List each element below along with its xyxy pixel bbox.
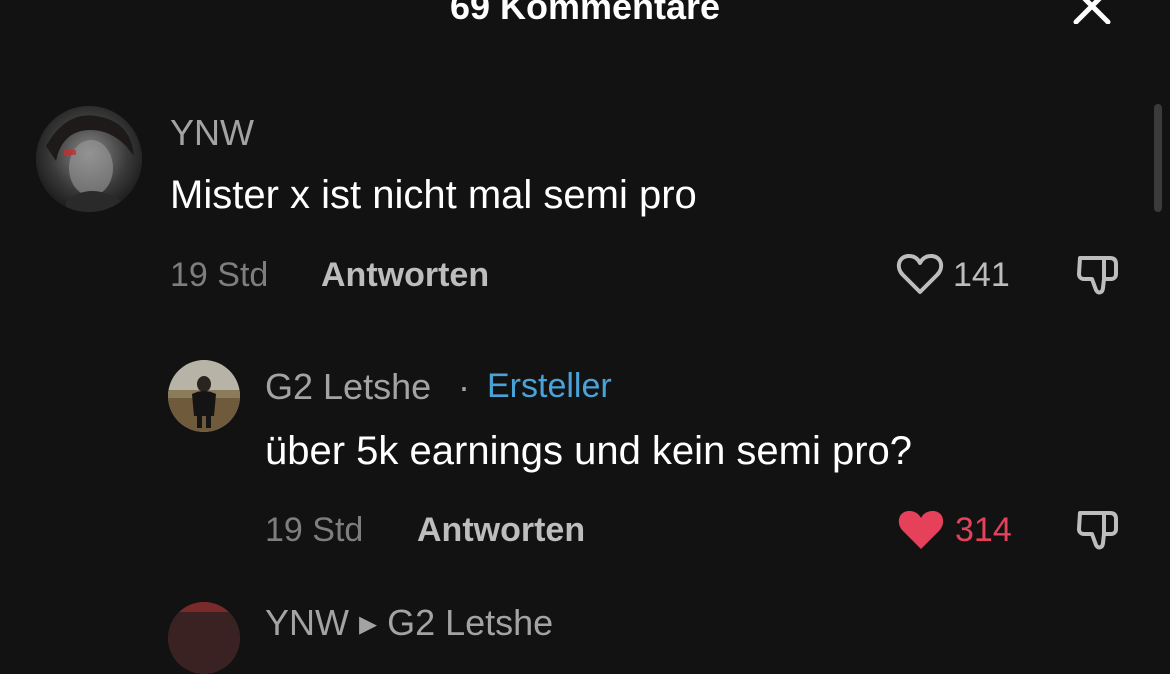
reply-text: über 5k earnings und kein semi pro?: [265, 429, 913, 473]
avatar-image: [168, 360, 240, 432]
heart-outline-icon[interactable]: [896, 252, 944, 296]
comments-count-title: 69 Kommentare: [449, 0, 721, 27]
comment-username[interactable]: YNW: [170, 112, 254, 154]
comment-time: 19 Std: [170, 256, 269, 294]
reply-button[interactable]: Antworten: [417, 511, 585, 550]
thumbs-down-icon[interactable]: [1074, 507, 1122, 553]
avatar-image: [36, 106, 142, 212]
avatar[interactable]: [168, 602, 240, 674]
close-icon[interactable]: [1072, 0, 1112, 24]
reply-button[interactable]: Antworten: [321, 256, 489, 295]
like-count: 141: [953, 256, 1010, 294]
scrollbar[interactable]: [1154, 104, 1162, 212]
thumbs-down-icon[interactable]: [1074, 252, 1122, 298]
reply-time: 19 Std: [265, 511, 364, 549]
username-separator: ·: [458, 366, 470, 407]
avatar[interactable]: [36, 106, 142, 212]
heart-filled-icon[interactable]: [896, 507, 946, 551]
reply-username[interactable]: G2 Letshe: [265, 366, 431, 408]
creator-badge: Ersteller: [487, 367, 612, 405]
like-count: 314: [955, 511, 1012, 549]
avatar-image: [168, 602, 240, 674]
reply-username[interactable]: YNW ▸ G2 Letshe: [265, 602, 553, 644]
avatar[interactable]: [168, 360, 240, 432]
comment-text: Mister x ist nicht mal semi pro: [170, 173, 697, 217]
